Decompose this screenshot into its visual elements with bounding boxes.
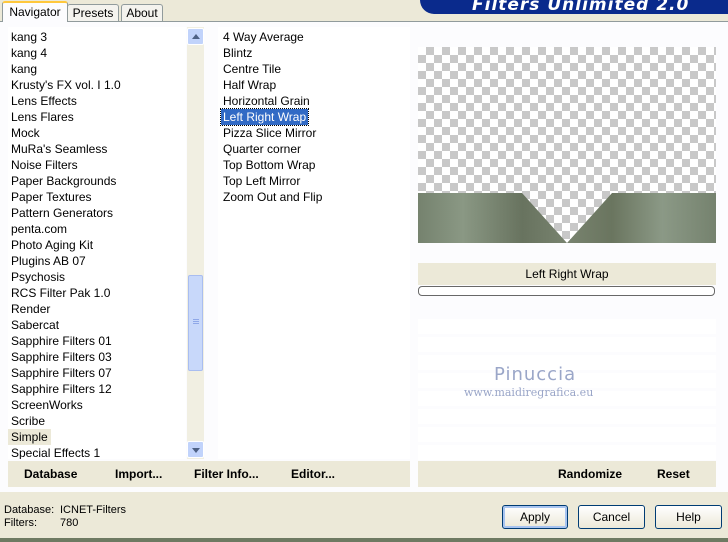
category-item[interactable]: Sapphire Filters 12 [8, 381, 115, 397]
preview-canvas [418, 47, 716, 243]
watermark-url: www.maidiregrafica.eu [464, 386, 594, 399]
cancel-button[interactable]: Cancel [578, 505, 645, 529]
category-item[interactable]: Simple [8, 429, 51, 445]
scroll-thumb-grip-icon [193, 319, 199, 320]
preview-filter-name: Left Right Wrap [418, 263, 716, 285]
filter-item[interactable]: 4 Way Average [221, 29, 306, 45]
filter-item[interactable]: Top Bottom Wrap [221, 157, 317, 173]
category-item[interactable]: Plugins AB 07 [8, 253, 89, 269]
filter-list[interactable]: 4 Way Average Blintz Centre Tile Half Wrap H… [218, 27, 410, 459]
database-button[interactable]: Database [24, 467, 77, 481]
app-banner: Filters Unlimited 2.0 [420, 0, 728, 14]
category-item[interactable]: Special Effects 1 [8, 445, 103, 459]
status-database-value: ICNET-Filters [60, 504, 126, 516]
category-item[interactable]: Noise Filters [8, 157, 81, 173]
filter-item[interactable]: Pizza Slice Mirror [221, 125, 318, 141]
category-item[interactable]: Sabercat [8, 317, 62, 333]
scroll-up-arrow-icon [192, 34, 200, 39]
status-filters-value: 780 [60, 517, 79, 529]
category-item[interactable]: Lens Flares [8, 109, 77, 125]
category-item[interactable]: Lens Effects [8, 93, 80, 109]
category-item[interactable]: penta.com [8, 221, 70, 237]
editor-button[interactable]: Editor... [291, 467, 335, 481]
scroll-down-button[interactable] [187, 441, 204, 458]
progress-bar [418, 286, 715, 296]
randomize-button[interactable]: Randomize [558, 467, 622, 481]
category-item[interactable]: Sapphire Filters 01 [8, 333, 115, 349]
category-item[interactable]: kang 3 [8, 29, 50, 45]
scroll-thumb-grip-line [193, 323, 199, 324]
filter-item[interactable]: Quarter corner [221, 141, 303, 157]
banner-title: Filters Unlimited 2.0 [472, 0, 690, 14]
reset-button[interactable]: Reset [657, 467, 690, 481]
category-item[interactable]: Psychosis [8, 269, 68, 285]
category-item[interactable]: Render [8, 301, 53, 317]
parameter-slot [418, 445, 716, 460]
category-item[interactable]: Sapphire Filters 03 [8, 349, 115, 365]
status-filters-label: Filters: [4, 517, 37, 529]
category-item[interactable]: MuRa's Seamless [8, 141, 110, 157]
category-item[interactable]: Mock [8, 125, 43, 141]
category-item[interactable]: Sapphire Filters 07 [8, 365, 115, 381]
filter-item[interactable]: Horizontal Grain [221, 93, 312, 109]
filter-item[interactable]: Top Left Mirror [221, 173, 302, 189]
category-item[interactable]: kang 4 [8, 45, 50, 61]
category-item[interactable]: RCS Filter Pak 1.0 [8, 285, 113, 301]
watermark-name: Pinuccia [494, 364, 577, 385]
category-list[interactable]: kang 3 kang 4 kang Krusty's FX vol. I 1.0 Le… [8, 27, 186, 459]
import-button[interactable]: Import... [115, 467, 162, 481]
category-scrollbar[interactable] [187, 27, 204, 459]
category-item[interactable]: Krusty's FX vol. I 1.0 [8, 77, 124, 93]
category-item[interactable]: Photo Aging Kit [8, 237, 96, 253]
background-strip [0, 538, 728, 542]
status-database-label: Database: [4, 504, 55, 516]
parameter-slot [418, 337, 716, 352]
parameter-slot [418, 427, 716, 442]
filter-item[interactable]: Half Wrap [221, 77, 278, 93]
scroll-down-arrow-icon [192, 448, 200, 453]
filter-item[interactable]: Zoom Out and Flip [221, 189, 324, 205]
left-action-bar: Database Import... Filter Info... Editor… [8, 461, 410, 487]
tab-about[interactable]: About [121, 4, 163, 21]
category-item[interactable]: Pattern Generators [8, 205, 116, 221]
apply-button[interactable]: Apply [502, 505, 568, 529]
scroll-up-button[interactable] [187, 28, 204, 45]
tab-navigator[interactable]: Navigator [2, 1, 68, 22]
filter-item[interactable]: Centre Tile [221, 61, 283, 77]
preview-image-strip [418, 193, 716, 243]
scroll-thumb-grip-line [193, 321, 199, 322]
filter-info-button[interactable]: Filter Info... [194, 467, 259, 481]
category-item[interactable]: Paper Backgrounds [8, 173, 119, 189]
tab-presets[interactable]: Presets [67, 4, 119, 21]
scroll-thumb[interactable] [188, 275, 203, 371]
parameter-slot [418, 409, 716, 424]
category-item[interactable]: kang [8, 61, 40, 77]
parameter-slot [418, 319, 716, 334]
help-button[interactable]: Help [655, 505, 722, 529]
category-item[interactable]: ScreenWorks [8, 397, 86, 413]
category-item[interactable]: Paper Textures [8, 189, 95, 205]
right-action-bar: Randomize Reset [418, 461, 716, 487]
filter-item[interactable]: Left Right Wrap [219, 108, 310, 126]
category-item[interactable]: Scribe [8, 413, 48, 429]
filter-item[interactable]: Blintz [221, 45, 254, 61]
